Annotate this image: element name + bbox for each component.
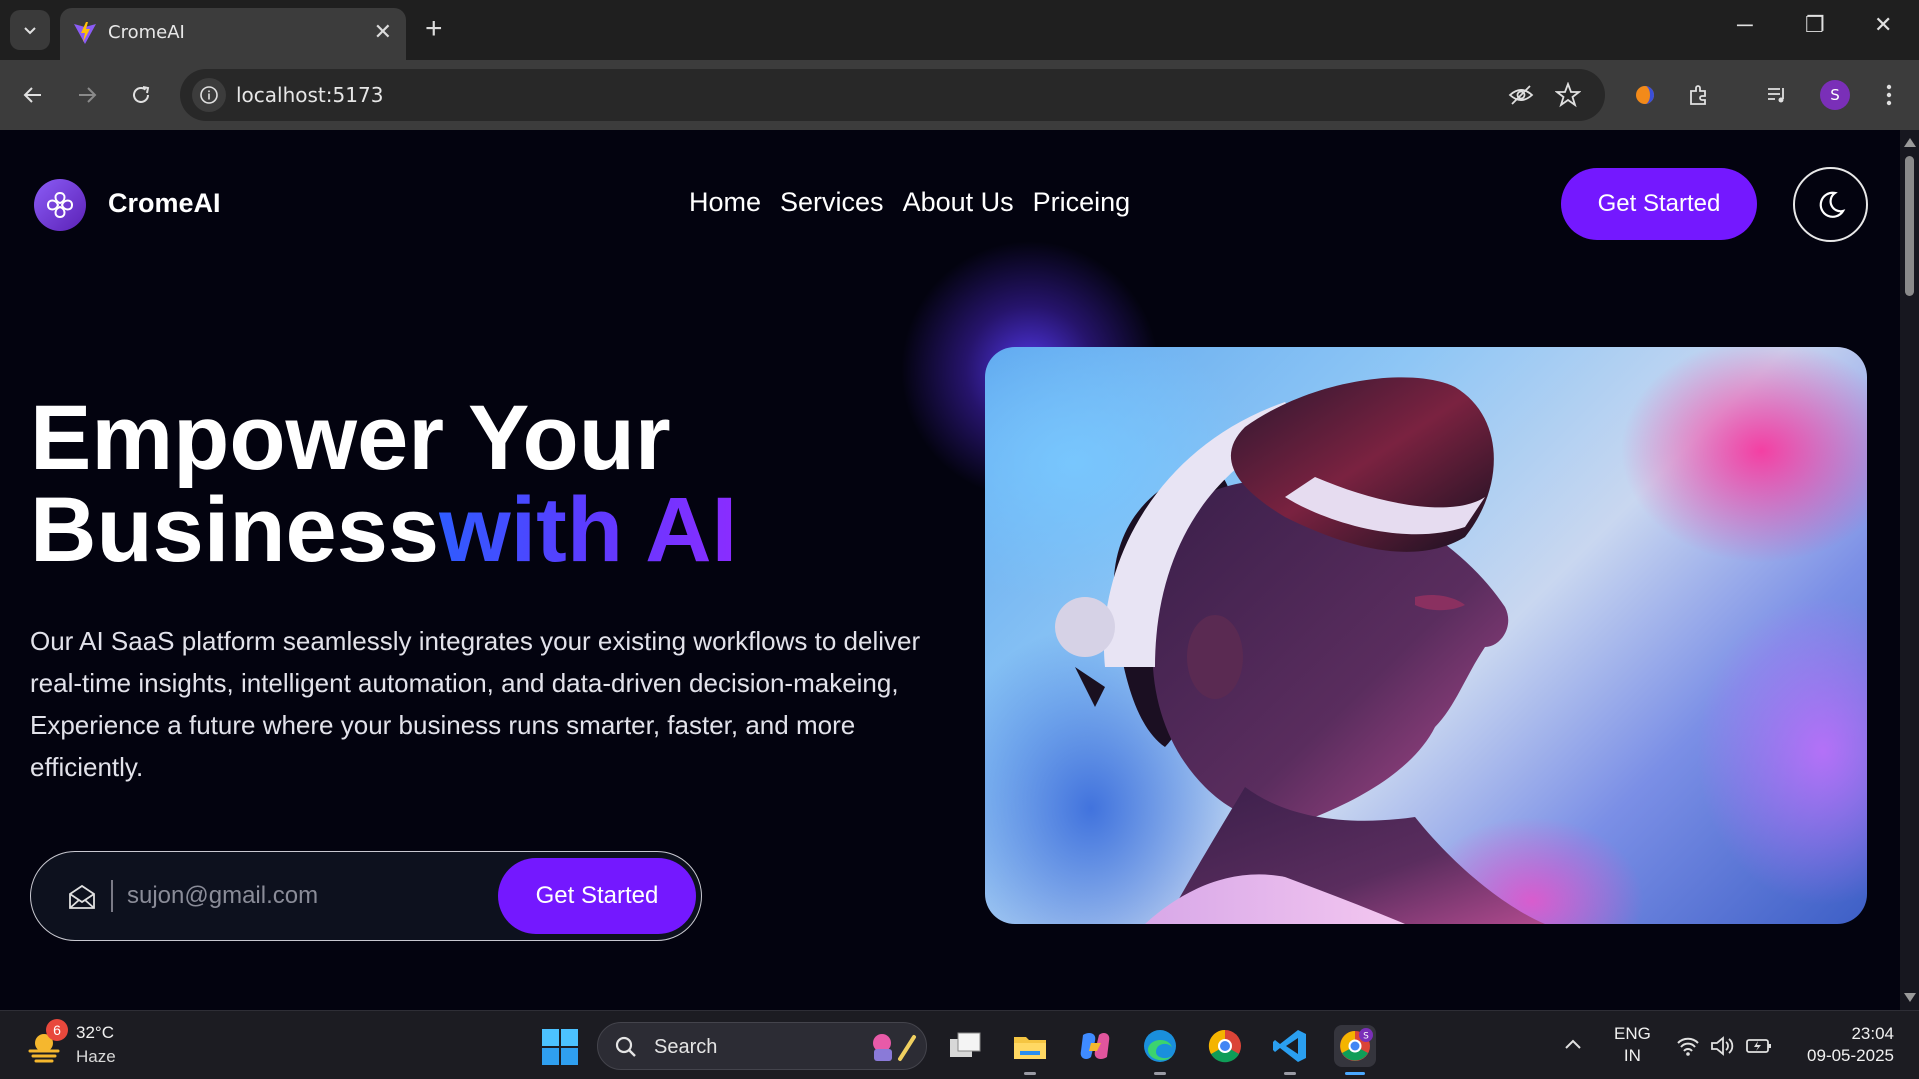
taskbar-search-box[interactable]: Search [597, 1022, 927, 1070]
nav-link-pricing[interactable]: Priceing [1033, 187, 1131, 218]
clock-time: 23:04 [1851, 1024, 1894, 1043]
app-open-indicator [1154, 1072, 1166, 1075]
scroll-down-arrow-icon[interactable] [1904, 993, 1916, 1002]
browser-toolbar: localhost:5173 S [0, 60, 1919, 130]
media-controls-icon[interactable] [1762, 80, 1792, 110]
new-tab-icon[interactable]: + [425, 14, 443, 44]
app-active-indicator [1345, 1072, 1365, 1075]
show-hidden-icons-chevron-up-icon[interactable] [1564, 1037, 1582, 1051]
email-input[interactable] [127, 872, 487, 920]
site-info-icon[interactable] [192, 78, 226, 112]
nav-link-about-us[interactable]: About Us [903, 187, 1014, 218]
wifi-icon[interactable] [1676, 1035, 1700, 1057]
extensions-puzzle-icon[interactable] [1684, 80, 1714, 110]
windows-taskbar: 6 32°C Haze Search S ENG IN 23:04 09-05-… [0, 1010, 1919, 1079]
url-text[interactable]: localhost:5173 [236, 83, 383, 107]
eye-off-icon[interactable] [1508, 82, 1534, 108]
moon-icon [1819, 191, 1845, 218]
hero-heading-line1: Empower Your [30, 387, 671, 489]
chrome-icon[interactable] [1204, 1025, 1246, 1067]
vr-headset-person-image [985, 347, 1867, 924]
task-view-icon[interactable] [944, 1025, 986, 1067]
vite-favicon-icon [74, 22, 96, 44]
search-icon [615, 1036, 636, 1057]
hero-heading-line2: Business [30, 479, 440, 581]
page-scrollbar[interactable] [1900, 130, 1919, 1010]
weather-condition[interactable]: Haze [76, 1047, 116, 1067]
minimize-icon[interactable]: ─ [1737, 12, 1753, 38]
search-highlight-icon [873, 1034, 916, 1061]
get-started-button-nav[interactable]: Get Started [1561, 168, 1757, 240]
weather-notification-badge: 6 [46, 1019, 68, 1041]
clock-date: 09-05-2025 [1807, 1046, 1894, 1065]
language-indicator[interactable]: ENG IN [1614, 1023, 1651, 1067]
envelope-icon [69, 884, 95, 909]
get-started-button-form[interactable]: Get Started [498, 858, 696, 934]
tab-title: CromeAI [108, 22, 185, 43]
scroll-up-arrow-icon[interactable] [1904, 138, 1916, 147]
tab-search-button[interactable] [10, 10, 50, 50]
nav-link-home[interactable]: Home [689, 187, 761, 218]
battery-charging-icon[interactable] [1746, 1036, 1772, 1056]
hero-heading: Empower Your Businesswith AI [30, 392, 737, 576]
brand-logo-icon[interactable] [34, 179, 86, 231]
close-window-icon[interactable]: ✕ [1874, 12, 1892, 38]
vscode-icon[interactable] [1269, 1025, 1311, 1075]
copilot-icon[interactable] [1074, 1025, 1116, 1067]
reload-icon[interactable] [124, 78, 158, 112]
region-code: IN [1623, 1046, 1641, 1065]
extension-orange-icon[interactable] [1630, 80, 1660, 110]
main-nav: Home Services About Us Priceing [689, 187, 1130, 218]
restore-icon[interactable]: ❐ [1805, 12, 1825, 38]
forward-icon[interactable] [70, 78, 104, 112]
address-bar[interactable]: localhost:5173 [180, 69, 1605, 121]
file-explorer-icon[interactable] [1009, 1025, 1051, 1075]
app-open-indicator [1024, 1072, 1036, 1075]
edge-browser-icon[interactable] [1139, 1025, 1181, 1075]
profile-avatar[interactable]: S [1820, 80, 1850, 110]
language-code: ENG [1614, 1024, 1651, 1043]
brand-name[interactable]: CromeAI [108, 188, 221, 219]
bookmark-star-icon[interactable] [1555, 82, 1581, 108]
nav-link-services[interactable]: Services [780, 187, 884, 218]
back-icon[interactable] [16, 78, 50, 112]
hero-description: Our AI SaaS platform seamlessly integrat… [30, 626, 921, 782]
app-open-indicator [1284, 1072, 1296, 1075]
system-clock[interactable]: 23:04 09-05-2025 [1794, 1023, 1894, 1067]
chrome-profile-active-icon[interactable]: S [1334, 1025, 1376, 1075]
scroll-thumb[interactable] [1905, 156, 1914, 296]
hero-heading-accent: with AI [439, 479, 738, 581]
page-viewport: CromeAI Home Services About Us Priceing … [0, 130, 1900, 1010]
chevron-down-icon [24, 27, 36, 35]
windows-start-icon[interactable] [541, 1028, 579, 1066]
browser-tab-bar: CromeAI ✕ + ─ ❐ ✕ [0, 0, 1919, 60]
weather-temperature[interactable]: 32°C [76, 1023, 114, 1043]
svg-text:S: S [1363, 1032, 1369, 1042]
search-label: Search [654, 1036, 718, 1058]
tab-close-icon[interactable]: ✕ [374, 20, 392, 44]
email-signup-form: Get Started [30, 851, 702, 941]
volume-icon[interactable] [1710, 1035, 1736, 1057]
theme-toggle-button[interactable] [1793, 167, 1868, 242]
input-divider [111, 880, 113, 912]
more-menu-icon[interactable] [1874, 80, 1904, 110]
browser-tab-active[interactable]: CromeAI ✕ [60, 8, 406, 60]
